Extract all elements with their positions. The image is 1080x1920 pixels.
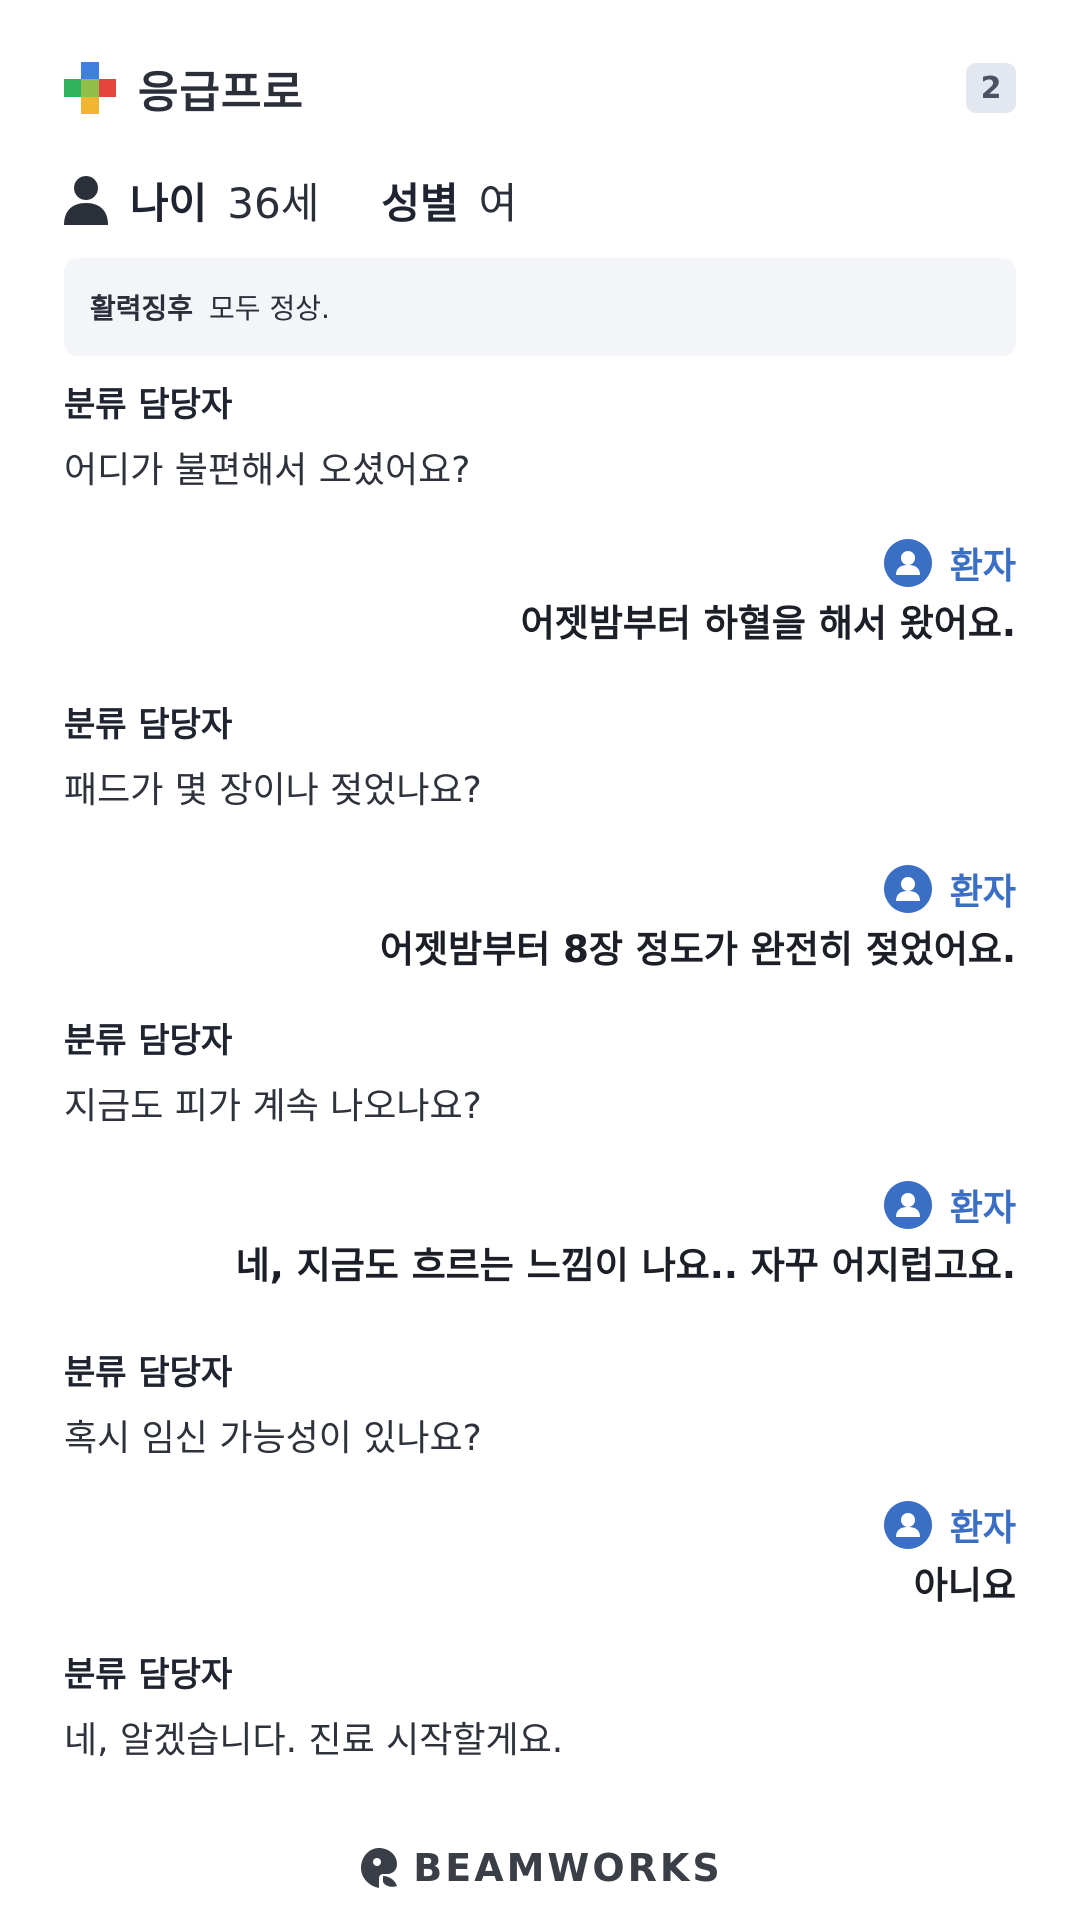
sex-value: 여 [478,178,518,228]
patient-text: 네, 지금도 흐르는 느낌이 나요.. 자꾸 어지럽고요. [235,1244,1016,1287]
count-badge[interactable]: 2 [966,63,1016,113]
vitals-label: 활력징후 [90,292,194,325]
age-label: 나이 [130,178,208,228]
staff-text: 어디가 불편해서 오셨어요? [64,450,471,491]
patient-text: 어젯밤부터 8장 정도가 완전히 젖었어요. [380,928,1016,971]
patient-header: 환자 [64,538,1016,588]
staff-text: 네, 알겠습니다. 진료 시작할게요. [64,1720,564,1761]
patient-message: 환자 어젯밤부터 하혈을 해서 왔어요. [64,538,1016,650]
staff-name: 분류 담당자 [64,1021,233,1061]
triage-screen: 응급프로 2 나이 36세 성별 여 활력징후 모두 정상. 분류 담당자 어디… [0,0,1080,1920]
staff-name: 분류 담당자 [64,705,233,745]
staff-message: 분류 담당자 혹시 임신 가능성이 있나요? [64,1350,1016,1464]
staff-name: 분류 담당자 [64,1655,233,1695]
staff-text: 혹시 임신 가능성이 있나요? [64,1418,482,1459]
app-title: 응급프로 [138,67,304,118]
patient-message: 환자 어젯밤부터 8장 정도가 완전히 젖었어요. [64,864,1016,976]
patient-avatar-icon [883,865,932,913]
brand: 응급프로 [64,56,304,120]
patient-info: 나이 36세 성별 여 [64,168,517,232]
patient-avatar-icon [883,1501,932,1549]
patient-name: 환자 [949,1508,1016,1549]
footer-brand-text: BEAMWORKS [413,1846,723,1890]
sex-label: 성별 [381,178,459,228]
medical-cross-icon [64,62,116,114]
staff-name: 분류 담당자 [64,385,233,425]
patient-text: 아니요 [913,1564,1016,1607]
staff-message: 분류 담당자 지금도 피가 계속 나오나요? [64,1018,1016,1132]
patient-name: 환자 [949,1188,1016,1229]
patient-avatar-icon [883,1181,932,1229]
patient-message: 환자 네, 지금도 흐르는 느낌이 나요.. 자꾸 어지럽고요. [64,1180,1016,1292]
patient-name: 환자 [949,546,1016,587]
vitals-box: 활력징후 모두 정상. [64,258,1016,356]
patient-text: 어젯밤부터 하혈을 해서 왔어요. [520,602,1016,645]
staff-text: 패드가 몇 장이나 젖었나요? [64,770,482,811]
vitals-value: 모두 정상. [209,292,330,325]
person-icon [64,176,108,225]
patient-header: 환자 [64,1500,1016,1550]
patient-message: 환자 아니요 [64,1500,1016,1612]
age-value: 36세 [227,178,320,228]
staff-text: 지금도 피가 계속 나오나요? [64,1086,482,1127]
beamworks-logo-icon [361,1848,398,1888]
staff-message: 분류 담당자 네, 알겠습니다. 진료 시작할게요. [64,1652,1016,1766]
staff-message: 분류 담당자 어디가 불편해서 오셨어요? [64,382,1016,496]
footer-brand: BEAMWORKS [0,1840,1080,1896]
patient-header: 환자 [64,1180,1016,1230]
staff-name: 분류 담당자 [64,1353,233,1393]
patient-name: 환자 [949,872,1016,913]
patient-avatar-icon [883,539,932,587]
patient-header: 환자 [64,864,1016,914]
staff-message: 분류 담당자 패드가 몇 장이나 젖었나요? [64,702,1016,816]
app-header: 응급프로 2 [64,58,1016,118]
